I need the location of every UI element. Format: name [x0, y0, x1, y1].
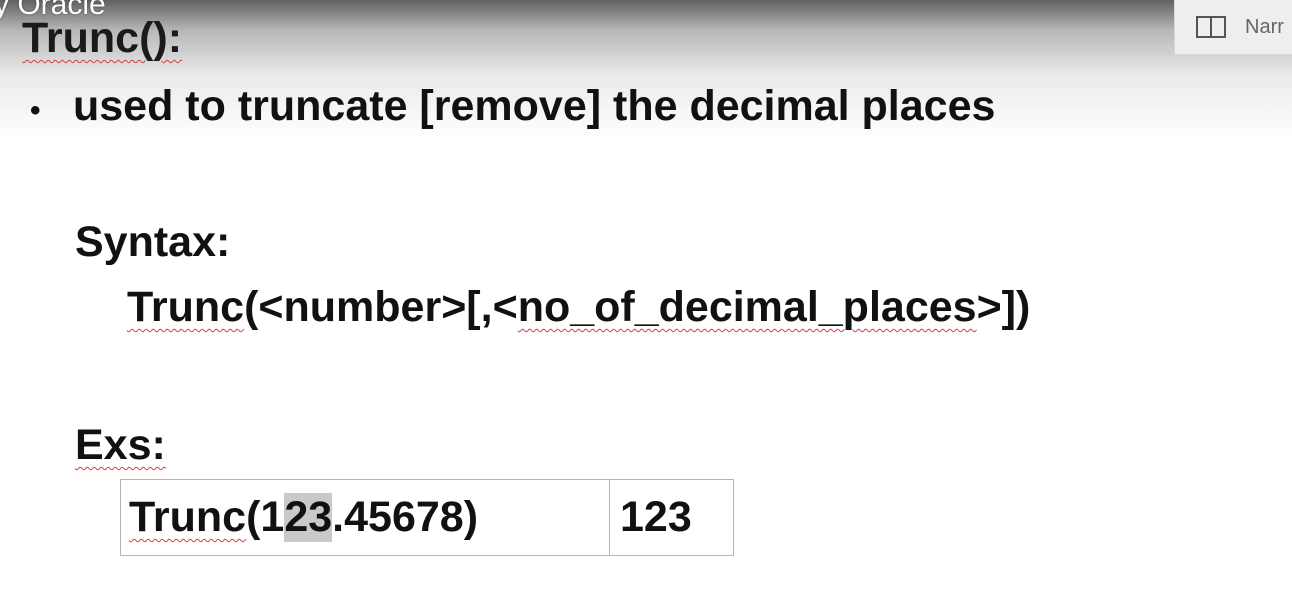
narrator-label: Narr: [1245, 15, 1284, 38]
syntax-middle: (<number>[,<: [244, 283, 518, 331]
example-table: Trunc(1 23.45678) 123: [120, 479, 734, 556]
bullet-item: • used to truncate [remove] the decimal …: [30, 82, 995, 131]
syntax-param: no_of_decimal_places: [517, 283, 977, 331]
example-expression-cell: Trunc(1 23.45678): [121, 480, 610, 555]
book-icon: [1195, 14, 1227, 40]
syntax-suffix: >]): [976, 283, 1031, 331]
bullet-symbol: •: [30, 94, 41, 127]
example-result-cell: 123: [620, 493, 692, 541]
example-open-paren: (: [246, 493, 261, 541]
syntax-code: Trunc(<number>[,<no_of_decimal_places>]): [127, 283, 1030, 332]
syntax-heading: Syntax:: [75, 218, 231, 266]
text-selection[interactable]: 23: [284, 493, 333, 542]
examples-heading: Exs:: [75, 421, 166, 469]
bullet-text: used to truncate [remove] the decimal pl…: [73, 82, 996, 130]
example-function-name: Trunc: [129, 493, 247, 541]
syntax-function-name: Trunc: [127, 283, 245, 331]
video-title-fragment: y Oracle: [0, 0, 106, 21]
narrator-button[interactable]: Narr: [1174, 0, 1292, 55]
example-arg-start: 1: [260, 493, 285, 541]
example-arg-end: .45678): [332, 493, 479, 541]
